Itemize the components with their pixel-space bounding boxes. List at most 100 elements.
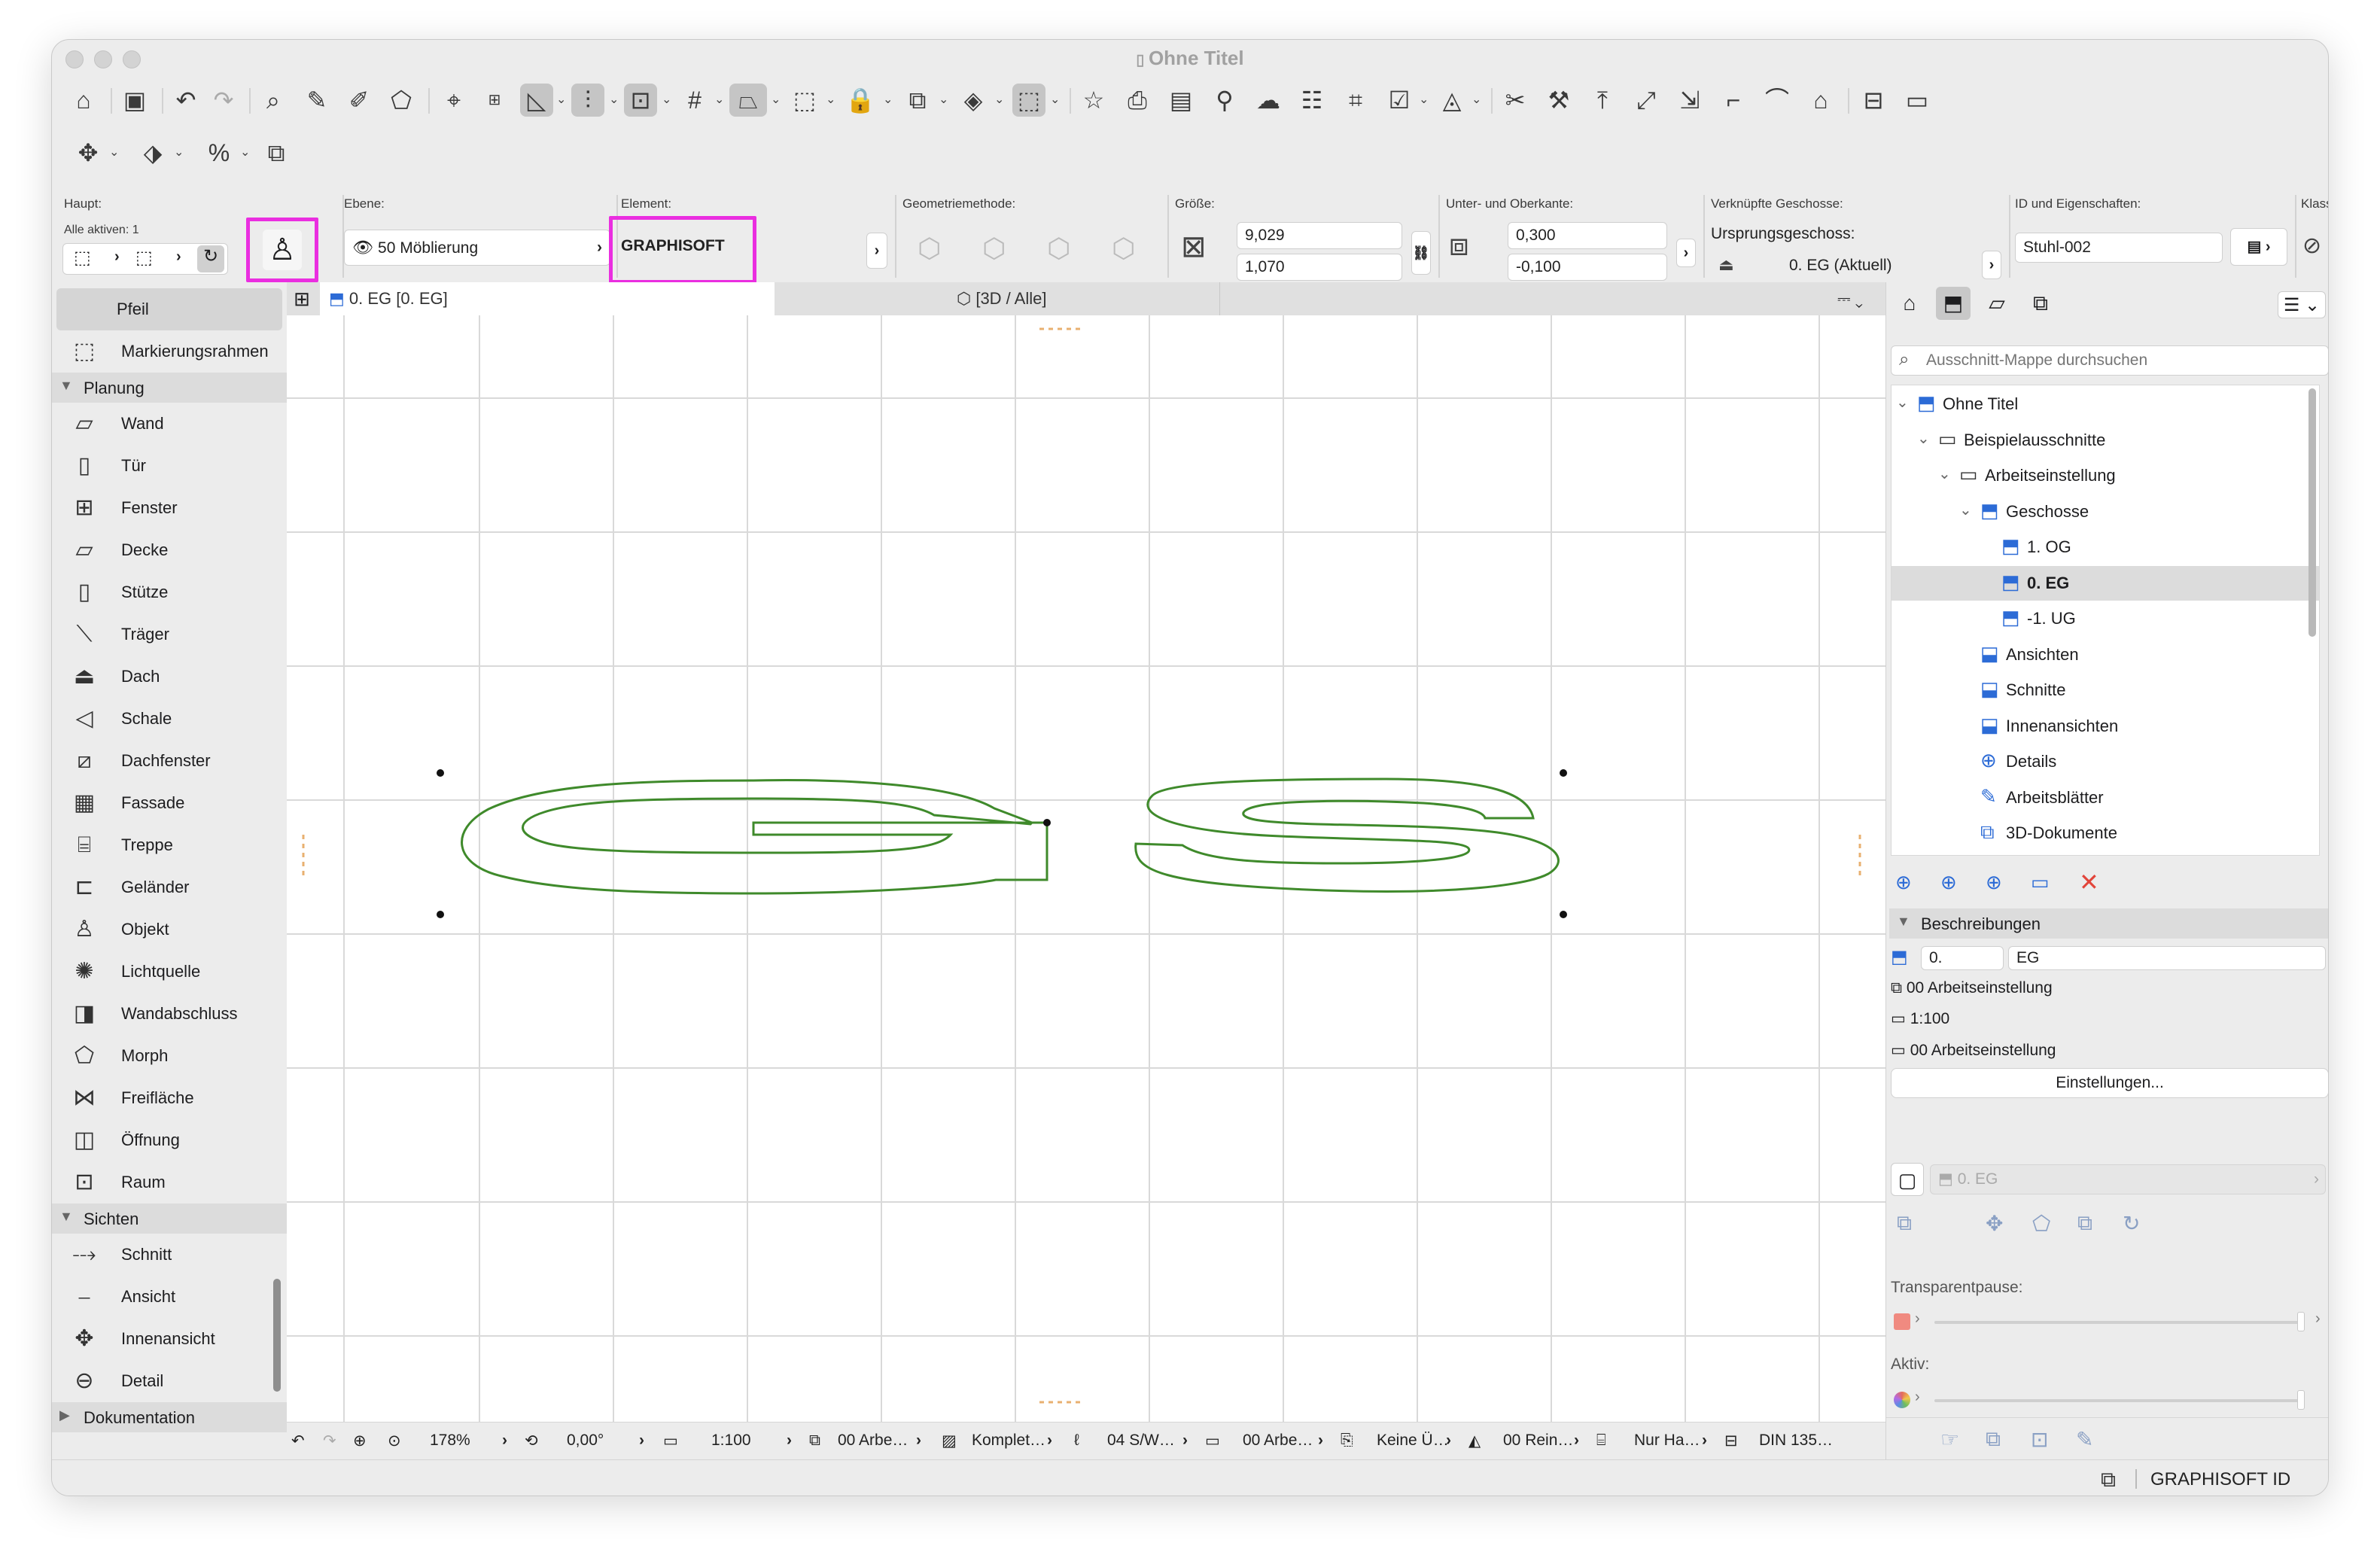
trace-reference-icon[interactable]: ☞ bbox=[1940, 1427, 1959, 1452]
drawing-area[interactable] bbox=[287, 315, 1885, 1422]
top-elevation-field[interactable]: 0,300 bbox=[1508, 222, 1667, 249]
window-layout-icon[interactable]: ⧉ bbox=[2101, 1468, 2116, 1493]
chevron-down-icon[interactable]: ⌄ bbox=[1896, 393, 1909, 412]
resize-icon[interactable]: ⤢ bbox=[1630, 84, 1663, 117]
tree-item[interactable]: ⌄ ⬒ Ohne Titel bbox=[1892, 387, 2319, 421]
graphisoft-id-link[interactable]: GRAPHISOFT ID bbox=[2150, 1469, 2290, 1490]
width-field[interactable]: 9,029 bbox=[1237, 222, 1402, 249]
tool-lichtquelle[interactable]: ✺ Lichtquelle bbox=[52, 951, 287, 993]
tree-scrollbar-thumb[interactable] bbox=[2308, 388, 2316, 637]
chevron-right-icon[interactable]: › bbox=[1915, 1310, 1920, 1328]
undo-icon[interactable]: ↶ bbox=[169, 84, 202, 117]
publisher-sets-icon[interactable]: ⧉ bbox=[2023, 287, 2058, 320]
chevron-down-icon[interactable]: ⌄ bbox=[1472, 84, 1481, 117]
tool-fenster[interactable]: ⊞ Fenster bbox=[52, 487, 287, 529]
fit-window-icon[interactable]: ⊙ bbox=[388, 1432, 401, 1450]
open-view-icon[interactable]: ⧉ bbox=[1897, 1211, 1912, 1236]
tree-item[interactable]: ⬒ 1. OG bbox=[1892, 530, 2319, 564]
classification-icon[interactable]: ⊘ bbox=[2302, 233, 2321, 259]
tree-item[interactable]: ⬓ Schnitte bbox=[1892, 673, 2319, 707]
tab-3d[interactable]: ⬡ [3D / Alle] bbox=[773, 282, 1220, 315]
refresh-view-icon[interactable]: ↻ bbox=[2123, 1211, 2140, 1236]
bottom-elevation-field[interactable]: -0,100 bbox=[1508, 254, 1667, 281]
tag-icon[interactable]: ⌗ bbox=[1339, 84, 1372, 117]
sync-view-icon[interactable]: ⧉ bbox=[2077, 1211, 2092, 1236]
chevron-right-icon[interactable]: › bbox=[1915, 1389, 1920, 1406]
tool-decke[interactable]: ⏥ Decke bbox=[52, 529, 287, 571]
layer-window-icon[interactable]: ⧉ bbox=[901, 84, 934, 117]
view-settings-icon[interactable]: ▭ bbox=[2031, 871, 2050, 894]
override-value[interactable]: Keine Ü… bbox=[1377, 1432, 1449, 1450]
tree-item[interactable]: ⧉ 3D-Dokumente bbox=[1892, 816, 2319, 850]
toolbox-section-planung[interactable]: ▼ Planung bbox=[52, 373, 287, 403]
toolbox-section-dokumentation[interactable]: ▶ Dokumentation bbox=[52, 1402, 287, 1432]
clone-view-icon[interactable]: ⊕ bbox=[1940, 871, 1957, 894]
navigator-menu-icon[interactable]: ☰ ⌄ bbox=[2278, 291, 2326, 318]
tree-item[interactable]: ⌄ ⬒ Geschosse bbox=[1892, 494, 2319, 529]
save-icon[interactable]: ▣ bbox=[118, 84, 151, 117]
drag-copy-icon[interactable]: ⬗ bbox=[136, 136, 169, 169]
chevron-right-icon[interactable]: › bbox=[1318, 1432, 1323, 1450]
geometry-method-box-icon[interactable]: ⬡ bbox=[918, 233, 941, 264]
tool-öffnung[interactable]: ◫ Öffnung bbox=[52, 1119, 287, 1161]
geometry-method-rotated-icon[interactable]: ⬡ bbox=[1047, 233, 1070, 264]
tool-schnitt[interactable]: ⤏ Schnitt bbox=[52, 1234, 287, 1276]
pen-set-value[interactable]: 04 S/W… bbox=[1107, 1432, 1175, 1450]
tool-innenansicht[interactable]: ✥ Innenansicht bbox=[52, 1318, 287, 1360]
object-tool-icon[interactable]: ♙ bbox=[263, 230, 302, 270]
view-options-icon[interactable]: ⎓ ⌄ bbox=[1837, 282, 1882, 315]
tool-raum[interactable]: ⊡ Raum bbox=[52, 1161, 287, 1203]
tool-ansicht[interactable]: ⎯ Ansicht bbox=[52, 1276, 287, 1318]
properties-button[interactable]: ▤ › bbox=[2230, 228, 2287, 266]
tool-stütze[interactable]: ▯ Stütze bbox=[52, 571, 287, 613]
chevron-right-icon[interactable]: › bbox=[502, 1432, 507, 1450]
chevron-down-icon[interactable]: ⌄ bbox=[174, 136, 184, 169]
element-settings-button[interactable]: › bbox=[866, 233, 887, 269]
schedule-icon[interactable]: ☷ bbox=[1295, 84, 1328, 117]
active-color-wheel-icon[interactable] bbox=[1894, 1392, 1910, 1408]
distribute-icon[interactable]: ⊟ bbox=[1857, 84, 1890, 117]
tree-item[interactable]: ⬓ Ansichten bbox=[1892, 637, 2319, 672]
tool-wand[interactable]: ▱ Wand bbox=[52, 403, 287, 445]
tool-treppe[interactable]: ⌸ Treppe bbox=[52, 824, 287, 866]
chevron-right-icon[interactable]: › bbox=[2315, 1310, 2321, 1328]
elevate-icon[interactable]: ⤒ bbox=[1586, 84, 1619, 117]
new-view-icon[interactable]: ⊕ bbox=[1895, 871, 1912, 894]
grid-snap-icon[interactable]: # bbox=[678, 84, 711, 117]
search-input[interactable] bbox=[1925, 348, 2316, 373]
chevron-down-icon[interactable]: ⌄ bbox=[1938, 464, 1951, 483]
layer-select[interactable]: 👁 50 Möblierung › bbox=[344, 230, 610, 266]
trace-compare-icon[interactable]: ⧉ bbox=[1986, 1427, 2001, 1452]
marquee-icon[interactable]: ⬚ bbox=[135, 247, 153, 269]
scale-row[interactable]: ▭ 1:100 bbox=[1891, 1009, 1949, 1028]
lock-icon[interactable]: 🔒 bbox=[844, 84, 877, 117]
layer-combination-row[interactable]: ⧉ 00 Arbeitseinstellung bbox=[1891, 979, 2053, 997]
tool-dachfenster[interactable]: ⧄ Dachfenster bbox=[52, 740, 287, 782]
chevron-down-icon[interactable]: ⌄ bbox=[771, 84, 781, 117]
tool-träger[interactable]: ⟍ Träger bbox=[52, 613, 287, 656]
tab-floor-plan[interactable]: ⬒ 0. EG [0. EG] bbox=[320, 282, 775, 315]
view-name-field[interactable]: EG bbox=[2008, 946, 2326, 970]
chevron-down-icon[interactable]: ⌄ bbox=[994, 84, 1004, 117]
chevron-down-icon[interactable]: ⌄ bbox=[240, 136, 250, 169]
navigator-search[interactable]: ⌕ bbox=[1891, 345, 2328, 376]
rotate-3d-icon[interactable]: ◈ bbox=[957, 84, 990, 117]
multiply-icon[interactable]: % bbox=[202, 136, 236, 169]
floor-plan-canvas[interactable] bbox=[287, 315, 1885, 1422]
tool-freifläche[interactable]: ⋈ Freifläche bbox=[52, 1077, 287, 1119]
chevron-down-icon[interactable]: ⌄ bbox=[556, 84, 566, 117]
tool-objekt[interactable]: ♙ Objekt bbox=[52, 908, 287, 951]
tree-item[interactable]: ⊕ Details bbox=[1892, 744, 2319, 779]
adjust-icon[interactable]: ⚒ bbox=[1542, 84, 1575, 117]
workspace-icon[interactable]: ▭ bbox=[1901, 84, 1934, 117]
scale-12-icon[interactable]: ⊞ bbox=[478, 84, 511, 117]
tab-overview-icon[interactable]: ⊞ bbox=[287, 282, 317, 315]
element-name-field[interactable]: GRAPHISOFT bbox=[621, 237, 725, 255]
special-snap-icon[interactable]: ⊡ bbox=[624, 84, 657, 117]
dimension-value[interactable]: DIN 135… bbox=[1759, 1432, 1833, 1450]
chain-link-icon[interactable]: ⛓ bbox=[1411, 231, 1431, 275]
rotation-angle[interactable]: 0,00° bbox=[567, 1432, 604, 1450]
chevron-down-icon[interactable]: ⌄ bbox=[609, 84, 619, 117]
tool-markierungsrahmen[interactable]: ⬚ Markierungsrahmen bbox=[52, 330, 287, 373]
active-slider-knob[interactable] bbox=[2297, 1390, 2305, 1410]
